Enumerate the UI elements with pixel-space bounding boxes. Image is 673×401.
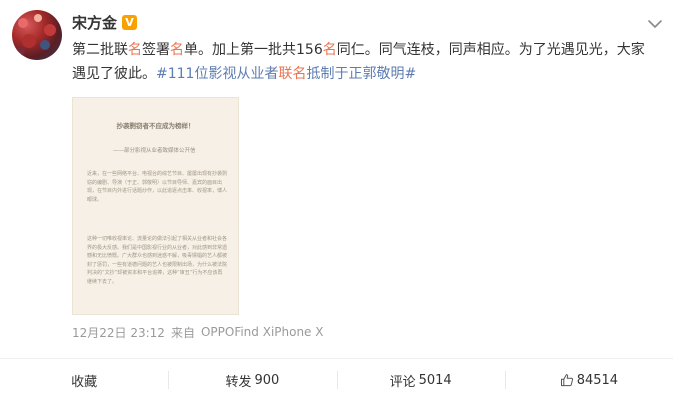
- topic-link[interactable]: #111位影视从业者联名抵制于正郭敬明#: [156, 66, 416, 82]
- avatar[interactable]: [12, 10, 62, 60]
- repost-count: 900: [254, 372, 280, 388]
- repost-label: 转发: [225, 374, 252, 390]
- post-text: 第二批联名签署名单。加上第一批共156名同仁。同气连枝，同声相应。为了光遇见光，…: [72, 38, 657, 86]
- source-label: 来自: [170, 325, 195, 340]
- repost-button[interactable]: 转发 900: [168, 359, 336, 401]
- image-paragraph: 这种一切唯收视率论、流量论的做法引起了相关从业者和社会各界的极大反感。我们是中国…: [87, 236, 228, 285]
- keyword-highlight: 名: [128, 42, 142, 58]
- image-paragraph: 近来，在一些网络平台、电视台的综艺节目、屡屡出现有抄袭剽窃的编剧、导演（于正、郭…: [87, 171, 228, 203]
- favorite-label: 收藏: [71, 374, 98, 390]
- topic-link-part: #111位影视从业者: [156, 66, 279, 82]
- keyword-highlight: 联名: [278, 66, 307, 82]
- post-text-segment: 签署: [142, 42, 170, 58]
- chevron-down-icon[interactable]: [645, 16, 665, 32]
- like-count: 84514: [576, 372, 619, 388]
- post-text-segment: 单。加上第一批共156: [184, 42, 323, 58]
- keyword-highlight: 名: [322, 42, 337, 58]
- post-meta: 12月22日 23:12 来自 OPPOFind XiPhone X: [72, 322, 323, 342]
- comment-label: 评论: [389, 374, 416, 390]
- action-bar: 收藏 转发 900 评论 5014 84514: [0, 359, 673, 401]
- post-text-segment: 第二批联: [72, 42, 128, 58]
- device-source[interactable]: OPPOFind XiPhone X: [201, 325, 324, 339]
- image-subtitle: ——部分影视从业者致媒体公开信: [113, 148, 196, 154]
- author-name[interactable]: 宋方金: [72, 12, 117, 33]
- author-row: 宋方金 V: [72, 11, 138, 33]
- image-title: 抄袭剽窃者不应成为榜样！: [116, 122, 195, 130]
- weibo-post-card: 宋方金 V 第二批联名签署名单。加上第一批共156名同仁。同气连枝，同声相应。为…: [0, 0, 673, 401]
- comment-count: 5014: [418, 372, 452, 388]
- thumbs-up-icon: [560, 374, 573, 387]
- favorite-button[interactable]: 收藏: [0, 359, 168, 401]
- keyword-highlight: 名: [170, 42, 184, 58]
- like-button[interactable]: 84514: [504, 359, 673, 401]
- open-letter-image[interactable]: 抄袭剽窃者不应成为榜样！ ——部分影视从业者致媒体公开信 近来，在一些网络平台、…: [72, 97, 239, 315]
- topic-link-part: 抵制于正郭敬明#: [306, 66, 417, 82]
- vip-badge-icon: V: [122, 14, 138, 30]
- comment-button[interactable]: 评论 5014: [336, 359, 505, 401]
- post-time[interactable]: 12月22日 23:12: [72, 324, 165, 341]
